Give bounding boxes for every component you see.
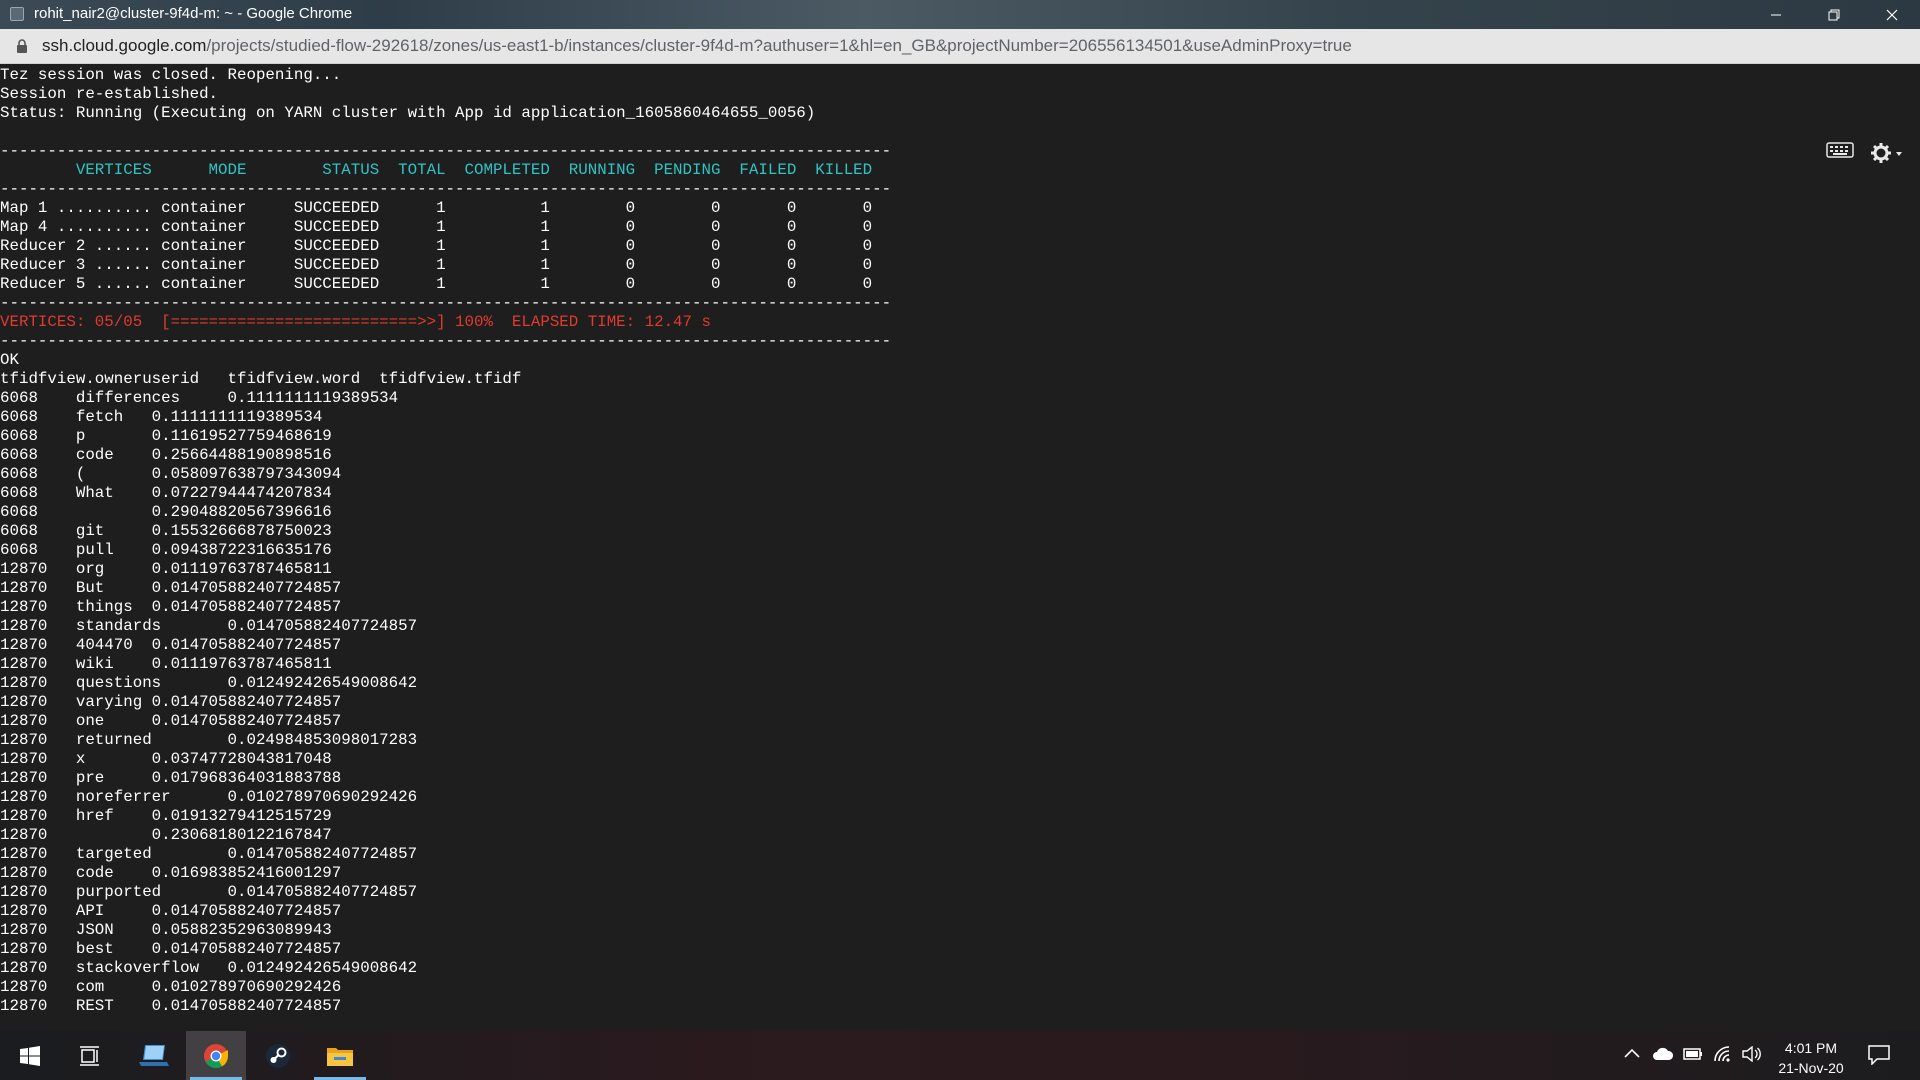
windows-taskbar: 4:01 PM 21-Nov-20 — [0, 1031, 1920, 1080]
terminal-line: Map 4 .......... container SUCCEEDED 1 1… — [0, 218, 873, 236]
terminal-line: 12870 best 0.014705882407724857 — [0, 940, 342, 958]
terminal-line: Reducer 5 ...... container SUCCEEDED 1 1… — [0, 275, 873, 293]
battery-button[interactable] — [1683, 1047, 1703, 1061]
clock-date: 21-Nov-20 — [1778, 1060, 1844, 1076]
start-button[interactable] — [0, 1031, 60, 1080]
terminal-line: 6068 What 0.07227944474207834 — [0, 484, 332, 502]
terminal-output: Tez session was closed. Reopening... Sess… — [0, 66, 891, 1016]
url-text[interactable]: ssh.cloud.google.com/projects/studied-fl… — [42, 36, 1352, 56]
chrome-icon — [204, 1043, 228, 1068]
terminal-line: 12870 REST 0.014705882407724857 — [0, 997, 342, 1015]
terminal-line: 12870 targeted 0.014705882407724857 — [0, 845, 418, 863]
show-hidden-icons-button[interactable] — [1624, 1048, 1640, 1058]
terminal-line: 12870 standards 0.014705882407724857 — [0, 617, 418, 635]
task-view-icon — [80, 1045, 99, 1066]
terminal-line: Session re-established. — [0, 85, 219, 103]
url-path: /projects/studied-flow-292618/zones/us-e… — [206, 36, 1352, 55]
clock-time: 4:01 PM — [1784, 1040, 1838, 1056]
close-button[interactable] — [1864, 0, 1920, 29]
terminal-line: 12870 things 0.014705882407724857 — [0, 598, 342, 616]
terminal-line: 12870 one 0.014705882407724857 — [0, 712, 342, 730]
chevron-up-icon — [1624, 1048, 1640, 1058]
task-view-button[interactable] — [60, 1031, 120, 1080]
terminal-line: 12870 noreferrer 0.010278970690292426 — [0, 788, 418, 806]
ssh-app-icon — [10, 7, 24, 21]
terminal-line: ----------------------------------------… — [0, 180, 892, 198]
terminal-line: 12870 href 0.01913279412515729 — [0, 807, 332, 825]
terminal-line: VERTICES MODE STATUS TOTAL COMPLETED RUN… — [0, 161, 873, 179]
terminal-line: ----------------------------------------… — [0, 294, 892, 312]
taskbar-app-steam[interactable] — [248, 1031, 308, 1080]
gear-icon — [1871, 143, 1902, 163]
terminal-line: 6068 fetch 0.1111111119389534 — [0, 408, 323, 426]
terminal-line: 12870 returned 0.024984853098017283 — [0, 731, 418, 749]
address-bar[interactable]: ssh.cloud.google.com/projects/studied-fl… — [0, 29, 1920, 64]
ssh-terminal[interactable]: Tez session was closed. Reopening... Sess… — [0, 64, 1920, 1031]
window-title-bar: rohit_nair2@cluster-9f4d-m: ~ - Google C… — [0, 0, 1920, 29]
terminal-line: 12870 But 0.014705882407724857 — [0, 579, 342, 597]
terminal-line: VERTICES: 05/05 [=======================… — [0, 313, 711, 331]
terminal-line: 12870 404470 0.014705882407724857 — [0, 636, 342, 654]
terminal-line: 12870 org 0.01119763787465811 — [0, 560, 332, 578]
onedrive-icon — [1653, 1047, 1674, 1060]
taskbar-app-laptop[interactable] — [124, 1031, 184, 1080]
keyboard-button[interactable] — [1826, 142, 1854, 163]
terminal-line: 6068 p 0.11619527759468619 — [0, 427, 332, 445]
window-title: rohit_nair2@cluster-9f4d-m: ~ - Google C… — [34, 5, 353, 22]
lock-icon — [17, 39, 27, 53]
terminal-line: 12870 JSON 0.05882352963089943 — [0, 921, 332, 939]
restore-button[interactable] — [1806, 0, 1862, 29]
terminal-line: 12870 questions 0.012492426549008642 — [0, 674, 418, 692]
terminal-line: 12870 code 0.016983852416001297 — [0, 864, 342, 882]
terminal-line: 12870 API 0.014705882407724857 — [0, 902, 342, 920]
restore-icon — [1828, 9, 1840, 20]
terminal-line: 12870 x 0.03747728043817048 — [0, 750, 332, 768]
terminal-line: Map 1 .......... container SUCCEEDED 1 1… — [0, 199, 873, 217]
url-host: ssh.cloud.google.com — [42, 36, 207, 55]
terminal-line: tfidfview.owneruserid tfidfview.word tfi… — [0, 370, 522, 388]
terminal-line: Reducer 2 ...... container SUCCEEDED 1 1… — [0, 237, 873, 255]
laptop-icon — [139, 1044, 169, 1066]
close-icon — [1886, 9, 1898, 20]
minimize-icon — [1771, 14, 1781, 15]
terminal-line: OK — [0, 351, 19, 369]
terminal-line: Status: Running (Executing on YARN clust… — [0, 104, 816, 122]
terminal-line: Reducer 3 ...... container SUCCEEDED 1 1… — [0, 256, 873, 274]
windows-icon — [20, 1045, 40, 1066]
settings-button[interactable] — [1870, 142, 1904, 169]
action-center-button[interactable] — [1868, 1045, 1890, 1065]
terminal-line: ----------------------------------------… — [0, 142, 892, 160]
terminal-line: 6068 0.29048820567396616 — [0, 503, 332, 521]
terminal-line: 12870 wiki 0.01119763787465811 — [0, 655, 332, 673]
network-button[interactable] — [1713, 1046, 1733, 1062]
battery-icon — [1683, 1048, 1702, 1060]
minimize-button[interactable] — [1748, 0, 1804, 29]
keyboard-icon — [1826, 142, 1854, 158]
taskbar-clock[interactable]: 4:01 PM 21-Nov-20 — [1756, 1038, 1866, 1078]
terminal-line: 6068 differences 0.1111111119389534 — [0, 389, 399, 407]
wifi-icon — [1714, 1046, 1730, 1062]
terminal-line: 12870 varying 0.014705882407724857 — [0, 693, 342, 711]
folder-icon — [327, 1047, 353, 1066]
terminal-line: 6068 pull 0.09438722316635176 — [0, 541, 332, 559]
terminal-line: 12870 purported 0.014705882407724857 — [0, 883, 418, 901]
terminal-line: 12870 pre 0.017968364031883788 — [0, 769, 342, 787]
taskbar-app-explorer[interactable] — [310, 1031, 370, 1080]
terminal-line: 6068 code 0.25664488190898516 — [0, 446, 332, 464]
notification-icon — [1868, 1045, 1890, 1065]
terminal-line: 6068 git 0.15532666878750023 — [0, 522, 332, 540]
terminal-line: 12870 0.23068180122167847 — [0, 826, 332, 844]
onedrive-button[interactable] — [1652, 1047, 1674, 1061]
terminal-line: Tez session was closed. Reopening... — [0, 66, 342, 84]
terminal-line: 12870 stackoverflow 0.012492426549008642 — [0, 959, 418, 977]
steam-icon — [266, 1043, 290, 1068]
terminal-line: ----------------------------------------… — [0, 332, 892, 350]
terminal-line: 6068 ( 0.058097638797343094 — [0, 465, 342, 483]
taskbar-app-chrome[interactable] — [186, 1031, 246, 1080]
terminal-line: 12870 com 0.010278970690292426 — [0, 978, 342, 996]
